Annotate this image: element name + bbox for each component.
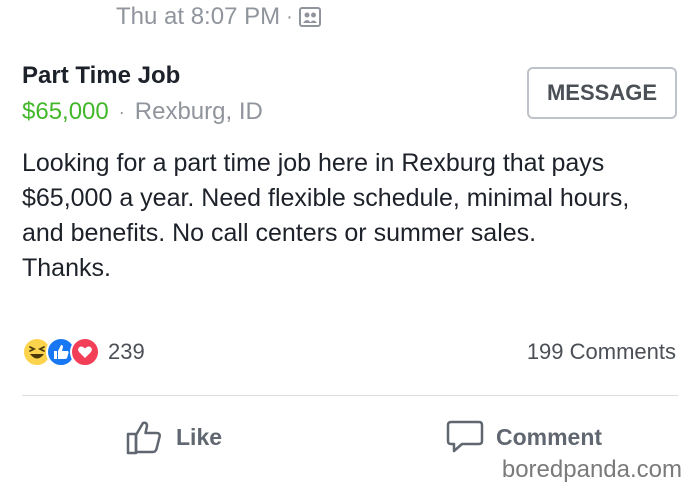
listing-price-location: $65,000 · Rexburg, ID [22,98,263,126]
listing-location[interactable]: Rexburg, ID [135,98,263,126]
reaction-icons [22,337,100,367]
meta-separator: · [286,5,293,28]
thumbs-up-icon [126,421,161,455]
post-timestamp[interactable]: Thu at 8:07 PM [116,3,280,31]
comment-button[interactable]: Comment [446,414,602,460]
group-icon [298,7,321,27]
price-separator: · [118,101,125,122]
reactions-summary[interactable]: 239 [22,336,145,368]
listing-title: Part Time Job [22,62,181,89]
reaction-count: 239 [108,339,145,364]
post-body: Looking for a part time job here in Rexb… [22,149,630,282]
comment-label: Comment [496,423,603,450]
like-button[interactable]: Like [126,414,222,460]
comment-icon [446,420,484,453]
post-meta: Thu at 8:07 PM · [116,2,321,32]
listing-price: $65,000 [22,98,109,125]
comments-count[interactable]: 199 Comments [527,336,676,368]
love-icon [70,337,100,367]
source-watermark: boredpanda.com [501,456,682,483]
action-bar-divider-top [22,395,678,396]
message-button[interactable]: MESSAGE [527,67,677,119]
like-label: Like [176,423,223,450]
